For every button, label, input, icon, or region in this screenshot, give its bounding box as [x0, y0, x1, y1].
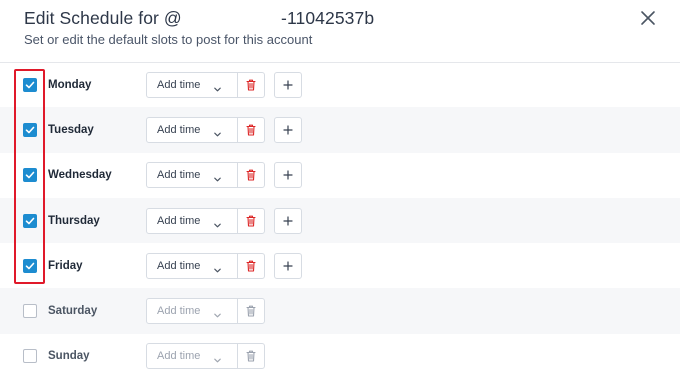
- trash-icon: [246, 215, 256, 227]
- add-slot-button[interactable]: [274, 116, 302, 143]
- day-label: Thursday: [48, 214, 100, 227]
- add-slot-button[interactable]: [274, 252, 302, 279]
- day-checkbox[interactable]: [23, 213, 37, 228]
- chevron-down-icon: [214, 268, 221, 273]
- day-checkbox[interactable]: [23, 77, 37, 92]
- day-checkbox[interactable]: [23, 349, 37, 364]
- time-select-group: Add time: [146, 116, 265, 144]
- chevron-down-icon: [213, 126, 222, 144]
- trash-icon: [246, 305, 256, 317]
- delete-time-button[interactable]: [238, 118, 264, 142]
- day-label: Friday: [48, 259, 83, 272]
- chevron-down-icon: [214, 87, 221, 92]
- trash-icon: [246, 351, 256, 362]
- time-select-group: Add time: [146, 162, 265, 189]
- day-label: Tuesday: [48, 123, 94, 136]
- schedule-row-monday: Monday Add time: [0, 62, 680, 107]
- add-time-label: Add time: [157, 78, 201, 91]
- day-checkbox[interactable]: [23, 258, 37, 273]
- dialog-title: Edit Schedule for @ -11042537b: [24, 8, 375, 28]
- day-label: Wednesday: [48, 169, 112, 182]
- add-time-label: Add time: [157, 214, 201, 227]
- add-time-label: Add time: [157, 259, 201, 272]
- delete-time-button[interactable]: [238, 209, 264, 233]
- add-time-select[interactable]: Add time: [147, 163, 238, 189]
- plus-icon: [283, 125, 293, 135]
- add-time-select[interactable]: Add time: [147, 117, 238, 144]
- delete-time-button[interactable]: [238, 73, 264, 97]
- add-slot-button[interactable]: [274, 207, 302, 234]
- delete-time-button[interactable]: [238, 299, 264, 323]
- schedule-row-friday: Friday Add time: [0, 243, 680, 288]
- add-slot-button[interactable]: [274, 71, 302, 98]
- schedule-row-saturday: Saturday Add time: [0, 288, 680, 334]
- chevron-down-icon: [213, 171, 222, 189]
- delete-time-button[interactable]: [238, 254, 264, 278]
- chevron-down-icon: [214, 223, 221, 227]
- day-label: Sunday: [48, 350, 90, 363]
- add-time-label: Add time: [157, 123, 201, 136]
- dialog-header: Edit Schedule for @ -11042537b Set or ed…: [0, 0, 680, 63]
- check-icon: [25, 217, 35, 224]
- day-checkbox[interactable]: [23, 122, 37, 137]
- chevron-down-icon: [214, 358, 221, 363]
- close-button[interactable]: [636, 6, 660, 30]
- trash-icon: [246, 79, 256, 91]
- plus-icon: [283, 80, 293, 90]
- day-label: Monday: [48, 78, 92, 91]
- delete-time-button[interactable]: [238, 344, 264, 368]
- trash-icon: [246, 169, 256, 181]
- delete-time-button[interactable]: [238, 163, 264, 187]
- check-icon: [25, 262, 35, 270]
- plus-icon: [283, 215, 293, 226]
- schedule-row-wednesday: Wednesday Add time: [0, 153, 680, 198]
- chevron-down-icon: [213, 217, 222, 235]
- chevron-down-icon: [214, 132, 221, 137]
- time-select-group: Add time: [146, 343, 265, 370]
- schedule-row-sunday: Sunday Add time: [0, 334, 680, 379]
- add-time-select[interactable]: Add time: [147, 253, 238, 280]
- dialog-subtitle: Set or edit the default slots to post fo…: [24, 32, 313, 47]
- add-time-select[interactable]: Add time: [147, 299, 238, 325]
- add-time-label: Add time: [157, 350, 201, 363]
- time-select-group: Add time: [146, 298, 265, 325]
- plus-icon: [283, 261, 293, 271]
- close-icon: [641, 11, 655, 25]
- trash-icon: [246, 124, 256, 136]
- add-time-label: Add time: [157, 169, 201, 182]
- check-icon: [25, 126, 35, 134]
- time-select-group: Add time: [146, 252, 265, 280]
- day-checkbox[interactable]: [23, 168, 37, 183]
- add-time-select[interactable]: Add time: [147, 208, 238, 235]
- chevron-down-icon: [213, 352, 222, 370]
- chevron-down-icon: [213, 81, 222, 99]
- add-slot-button[interactable]: [274, 162, 302, 189]
- time-select-group: Add time: [146, 207, 265, 235]
- schedule-row-thursday: Thursday Add time: [0, 197, 680, 244]
- add-time-label: Add time: [157, 305, 201, 318]
- plus-icon: [283, 170, 293, 180]
- day-label: Saturday: [48, 305, 98, 318]
- trash-icon: [246, 260, 256, 272]
- schedule-row-tuesday: Tuesday Add time: [0, 107, 680, 153]
- chevron-down-icon: [214, 177, 221, 182]
- schedule-list: Monday Add time Tuesday Add time Wednesday Ad…: [0, 62, 680, 379]
- chevron-down-icon: [214, 313, 221, 318]
- add-time-select[interactable]: Add time: [147, 344, 238, 370]
- day-checkbox[interactable]: [23, 304, 37, 319]
- chevron-down-icon: [213, 307, 222, 325]
- time-select-group: Add time: [146, 71, 265, 99]
- add-time-select[interactable]: Add time: [147, 72, 238, 99]
- check-icon: [25, 81, 35, 88]
- check-icon: [25, 171, 35, 179]
- chevron-down-icon: [213, 262, 222, 280]
